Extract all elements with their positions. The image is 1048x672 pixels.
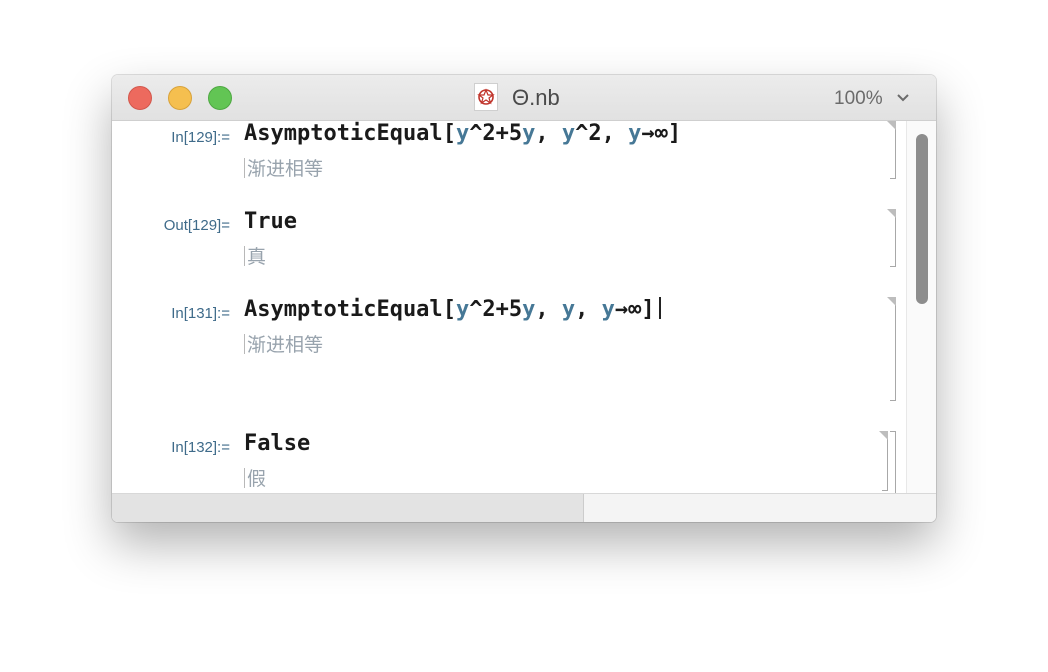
maximize-window-button[interactable] (208, 86, 232, 110)
chevron-down-icon[interactable] (896, 93, 910, 103)
code-variable: y (455, 121, 470, 146)
zoom-level-dropdown[interactable]: 100% (834, 88, 883, 110)
code-hint: 假 (244, 464, 266, 491)
code-variable: y (628, 121, 642, 146)
code-token: False (244, 431, 311, 456)
horizontal-scrollbar[interactable] (112, 493, 906, 522)
vertical-scrollbar[interactable] (906, 121, 936, 493)
cell-bracket[interactable] (890, 297, 896, 401)
code-variable: y (455, 297, 470, 322)
code-variable: y (522, 297, 536, 322)
code-token: [ (442, 297, 456, 322)
code-variable: y (522, 121, 536, 146)
notebook-content[interactable]: In[129]:= AsymptoticEqual[y^2+5y, y^2, y… (112, 121, 936, 493)
minimize-window-button[interactable] (168, 86, 192, 110)
cell-code[interactable]: AsymptoticEqual[y^2+5y, y^2, y→∞] (244, 121, 681, 146)
code-token: True (244, 209, 297, 234)
cell-bracket-corner (887, 297, 896, 306)
code-token: , (575, 297, 602, 322)
input-cell[interactable]: In[129]:= AsymptoticEqual[y^2+5y, y^2, y… (112, 121, 906, 201)
code-hint: 真 (244, 242, 266, 269)
cell-bracket-corner (887, 121, 896, 130)
code-variable: y (601, 297, 615, 322)
title-bar[interactable]: Θ.nb 100% (112, 75, 936, 121)
mathematica-spikey-icon[interactable] (474, 83, 498, 111)
code-token: , (535, 297, 562, 322)
horizontal-scroll-thumb[interactable] (112, 494, 584, 522)
code-token: AsymptoticEqual (244, 297, 443, 322)
code-token: →∞] (641, 121, 682, 146)
output-cell[interactable]: Out[129]= True 真 (112, 209, 906, 289)
code-variable: y (561, 121, 576, 146)
close-window-button[interactable] (128, 86, 152, 110)
cell-label: In[132]:= (171, 439, 230, 456)
cell-code[interactable]: False (244, 431, 310, 456)
window-title: Θ.nb (512, 85, 560, 110)
code-hint: 渐进相等 (244, 330, 323, 357)
cell-label: In[129]:= (171, 129, 230, 146)
code-token: ^2+5 (469, 121, 523, 146)
notebook-window: Θ.nb 100% In[129]:= AsymptoticEqual[y^2+… (112, 75, 936, 522)
vertical-scroll-thumb[interactable] (916, 134, 928, 304)
code-token: AsymptoticEqual (244, 121, 443, 146)
input-cell[interactable]: In[132]:= False 假 (112, 431, 906, 493)
code-variable: y (561, 297, 576, 322)
cell-bracket[interactable] (882, 431, 888, 491)
code-token: ^2+5 (469, 297, 523, 322)
code-hint: 渐进相等 (244, 154, 323, 181)
cell-bracket-corner (887, 209, 896, 218)
scroll-corner (906, 493, 936, 522)
input-cell[interactable]: In[131]:= AsymptoticEqual[y^2+5y, y, y→∞… (112, 297, 906, 407)
code-token: ^2, (575, 121, 629, 146)
group-bracket[interactable] (890, 431, 896, 493)
cell-label: In[131]:= (171, 305, 230, 322)
code-token: [ (442, 121, 456, 146)
cell-code[interactable]: True (244, 209, 297, 234)
cell-label: Out[129]= (163, 217, 230, 234)
text-cursor (658, 297, 661, 319)
cell-bracket-corner (879, 431, 888, 440)
code-token: , (535, 121, 562, 146)
code-token: →∞] (614, 297, 655, 322)
cell-code[interactable]: AsymptoticEqual[y^2+5y, y, y→∞] (244, 297, 661, 322)
